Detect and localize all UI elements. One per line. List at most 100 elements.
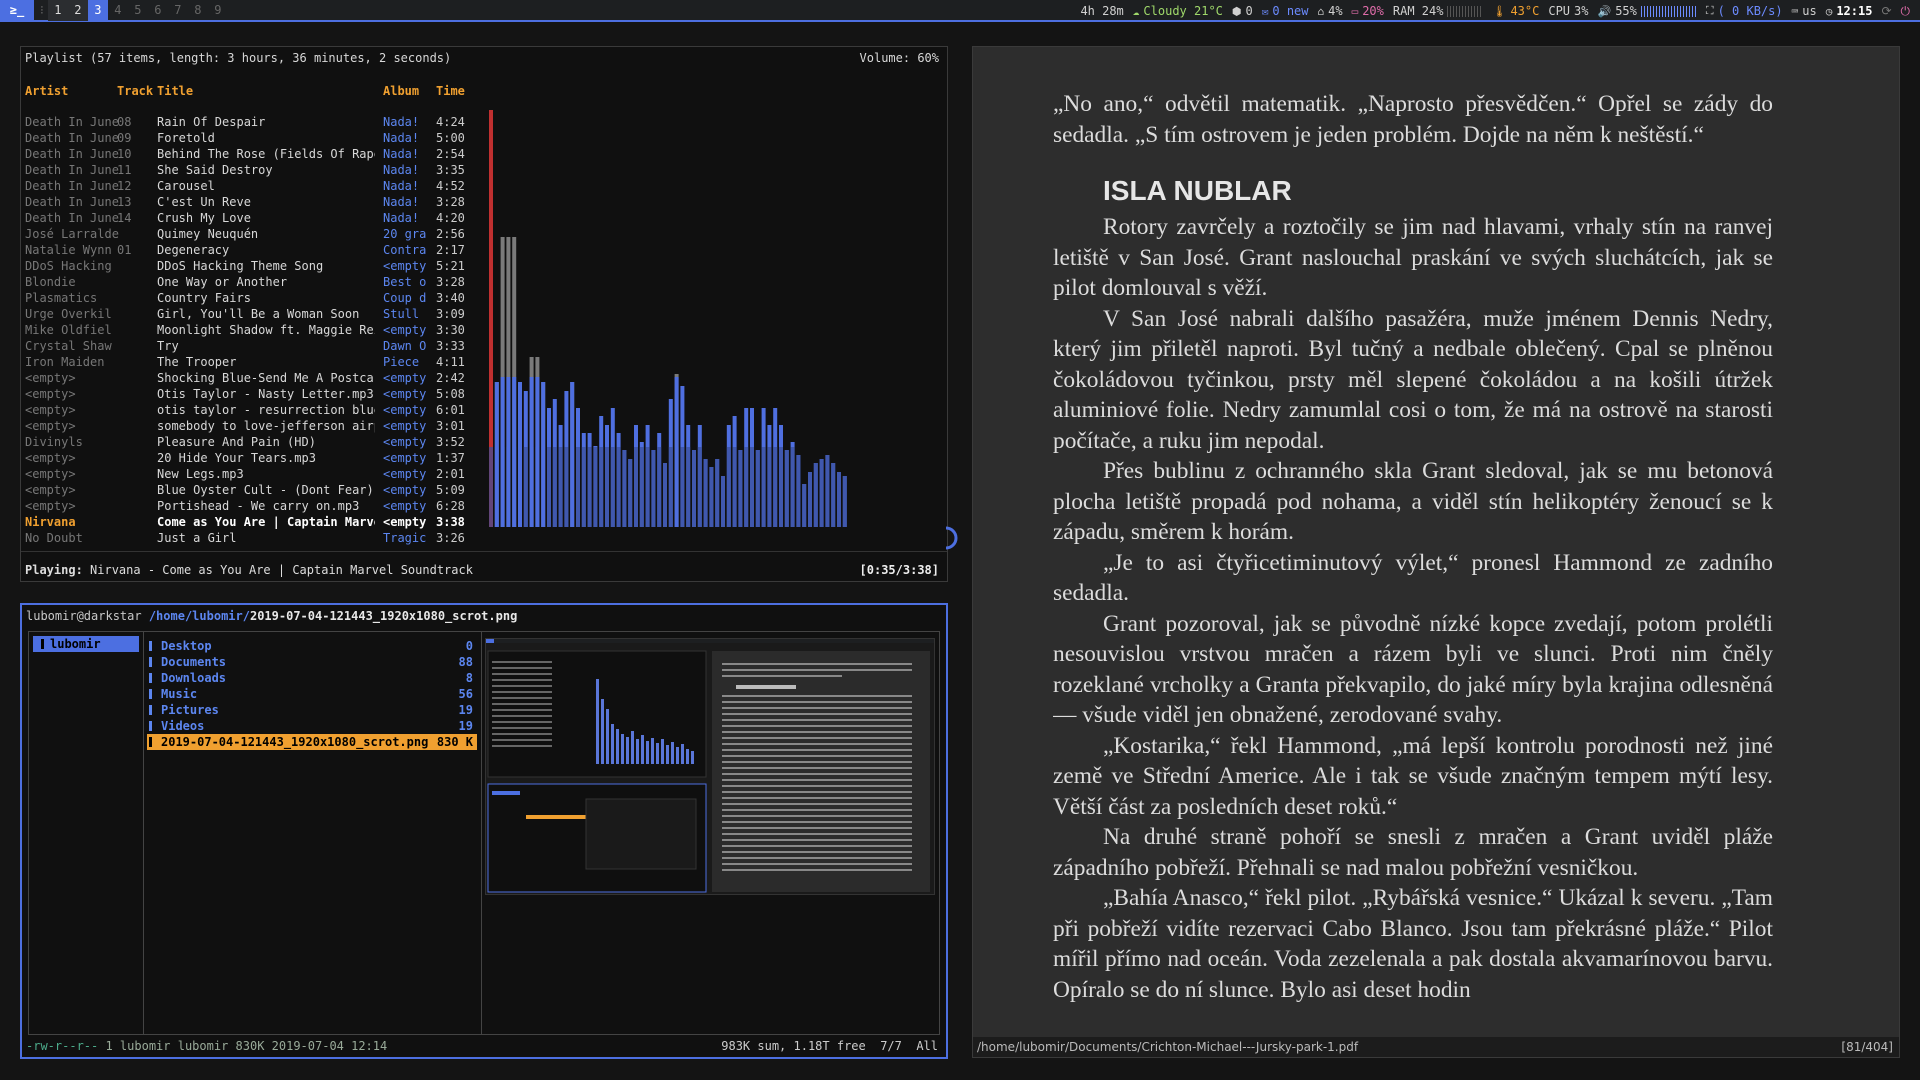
playlist-row[interactable]: Urge Overkil Girl, You'll Be a Woman Soon… <box>25 306 491 322</box>
workspace-2[interactable]: 2 <box>67 0 88 21</box>
paragraph: Grant pozoroval, jak se původně nízké ko… <box>1053 610 1773 729</box>
playlist-row[interactable]: <empty> New Legs.mp3 <empty 2:01 <box>25 466 491 482</box>
path-directory[interactable]: /home/lubomir/ <box>149 609 250 623</box>
entry-size: 88 <box>458 655 473 669</box>
volume[interactable]: 🔊 55% <box>1597 4 1697 18</box>
visualizer-bar-base <box>651 450 656 527</box>
top-bar: ≥_ ⁝ 123456789 4h 28m ☁ Cloudy 21°C ⬢ 0 ✉ 0… <box>0 0 1920 22</box>
playlist-row[interactable]: Iron Maiden The Trooper Piece 4:11 <box>25 354 491 370</box>
visualizer-bar-base <box>750 447 754 527</box>
track-album: Best o <box>383 275 427 289</box>
playlist-row[interactable]: <empty> Portishead - We carry on.mp3 <empt… <box>25 498 491 514</box>
track-time: 4:11 <box>436 355 465 369</box>
playlist-row[interactable]: Death In June 14 Crush My Love Nada! 4:20 <box>25 210 491 226</box>
column-track[interactable]: Track <box>117 84 153 98</box>
track-time: 5:00 <box>436 131 465 145</box>
playlist-row[interactable]: <empty> otis taylor - resurrection blue <e… <box>25 402 491 418</box>
playlist-row[interactable]: Death In June 08 Rain Of Despair Nada! 4:24 <box>25 114 491 130</box>
pdf-file-path: /home/lubomir/Documents/Crichton-Michael… <box>977 1040 1359 1054</box>
volume-bar[interactable] <box>1640 5 1697 17</box>
playlist-row[interactable]: <empty> Shocking Blue-Send Me A Postcar <e… <box>25 370 491 386</box>
refresh-icon[interactable]: ⟳ <box>1881 4 1891 18</box>
workspace-9[interactable]: 9 <box>208 0 228 21</box>
track-album: <empty <box>383 419 427 433</box>
column-time[interactable]: Time <box>436 84 465 98</box>
workspace-5[interactable]: 5 <box>128 0 148 21</box>
playlist-row[interactable]: <empty> somebody to love-jefferson airp <e… <box>25 418 491 434</box>
workspace-4[interactable]: 4 <box>108 0 128 21</box>
track-artist: Nirvana <box>25 515 76 529</box>
mail-value: 0 new <box>1272 4 1309 18</box>
power-icon[interactable]: ⏻ <box>1901 4 1911 19</box>
playlist-row[interactable]: Death In June 11 She Said Destroy Nada! 3:35 <box>25 162 491 178</box>
playlist-row[interactable]: No Doubt Just a Girl Tragic 3:26 <box>25 530 491 546</box>
folder-entry[interactable]: Downloads 8 <box>147 670 477 686</box>
entry-name: Downloads <box>161 671 227 685</box>
workspace-3[interactable]: 3 <box>87 0 108 21</box>
track-number: 01 <box>117 243 132 257</box>
pdf-viewer-window[interactable]: „No ano,“ odvětil matematik. „Naprosto p… <box>972 46 1900 1058</box>
updates[interactable]: ⬢ 0 <box>1232 4 1253 18</box>
playlist-row[interactable]: Death In June 09 Foretold Nada! 5:00 <box>25 130 491 146</box>
workspace-8[interactable]: 8 <box>188 0 208 21</box>
track-title: The Trooper <box>157 355 237 369</box>
track-time: 3:26 <box>436 531 465 545</box>
playlist-row[interactable]: Blondie One Way or Another Best o 3:28 <box>25 274 491 290</box>
playlist-row[interactable]: Crystal Shaw Try Dawn O 3:33 <box>25 338 491 354</box>
file-manager-window[interactable]: lubomir@darkstar /home/lubomir/2019-07-0… <box>20 603 948 1059</box>
parent-entry[interactable]: lubomir <box>33 636 139 652</box>
track-number: 10 <box>117 147 132 161</box>
updates-value: 0 <box>1245 4 1253 18</box>
playlist-header: Artist Track Title Album Time <box>25 84 485 98</box>
folder-entry[interactable]: Pictures 19 <box>147 702 477 718</box>
visualizer-bar-base <box>726 447 731 527</box>
track-title: Portishead - We carry on.mp3 <box>157 499 360 513</box>
playlist-row[interactable]: Death In June 12 Carousel Nada! 4:52 <box>25 178 491 194</box>
track-time: 3:52 <box>436 435 465 449</box>
column-artist[interactable]: Artist <box>25 84 68 98</box>
playlist-row[interactable]: Plasmatics Country Fairs Coup d 3:40 <box>25 290 491 306</box>
folder-entry[interactable]: Documents 88 <box>147 654 477 670</box>
file-icon <box>149 737 152 747</box>
ram: RAM 24% <box>1393 4 1484 18</box>
weather[interactable]: ☁ Cloudy 21°C <box>1133 4 1223 18</box>
terminal-launcher-icon[interactable]: ≥_ <box>0 0 34 21</box>
file-entry-selected[interactable]: 2019-07-04-121443_1920x1080_scrot.png 830… <box>147 734 477 750</box>
track-album: <empty <box>383 499 427 513</box>
playlist-row[interactable]: <empty> Otis Taylor - Nasty Letter.mp3 <em… <box>25 386 491 402</box>
workspace-7[interactable]: 7 <box>168 0 188 21</box>
track-album: <empty <box>383 371 427 385</box>
playlist-row[interactable]: Death In June 10 Behind The Rose (Fields O… <box>25 146 491 162</box>
music-player-window[interactable]: Playlist (57 items, length: 3 hours, 36 … <box>20 46 948 582</box>
workspace-1[interactable]: 1 <box>47 0 68 21</box>
playlist-row[interactable]: Divinyls Pleasure And Pain (HD) <empty 3:52 <box>25 434 491 450</box>
workspace-6[interactable]: 6 <box>148 0 168 21</box>
column-album[interactable]: Album <box>383 84 419 98</box>
visualizer-bar-base <box>692 450 696 527</box>
mail[interactable]: ✉ 0 new <box>1262 4 1309 18</box>
playlist-row[interactable]: DDoS Hacking DDoS Hacking Theme Song <empt… <box>25 258 491 274</box>
folder-entry[interactable]: Desktop 0 <box>147 638 477 654</box>
playlist-row[interactable]: <empty> Blue Oyster Cult - (Dont Fear) <em… <box>25 482 491 498</box>
track-time: 4:20 <box>436 211 465 225</box>
track-album: Nada! <box>383 163 420 177</box>
visualizer-bar-fill <box>529 377 534 527</box>
track-album: <empty <box>383 259 427 273</box>
track-time: 3:38 <box>436 515 465 529</box>
column-title[interactable]: Title <box>157 84 193 98</box>
now-playing-track: Nirvana - Come as You Are | Captain Marv… <box>90 563 473 577</box>
playlist-row[interactable]: Nirvana Come as You Are | Captain Marve <e… <box>25 514 491 530</box>
playlist-row[interactable]: Mike Oldfiel Moonlight Shadow ft. Maggie … <box>25 322 491 338</box>
visualizer-bar-base <box>599 447 604 527</box>
playlist-row[interactable]: Natalie Wynn 01 Degeneracy Contra 2:17 <box>25 242 491 258</box>
playlist-row[interactable]: José Larralde Quimey Neuquén 20 gra 2:56 <box>25 226 491 242</box>
playlist-row[interactable]: Death In June 13 C'est Un Reve Nada! 3:28 <box>25 194 491 210</box>
visualizer-bar-base <box>796 455 801 527</box>
cpu-value: 3% <box>1574 4 1589 18</box>
folder-entry[interactable]: Music 56 <box>147 686 477 702</box>
folder-entry[interactable]: Videos 19 <box>147 718 477 734</box>
workspace-separator: ⁝ <box>40 3 44 17</box>
playlist-row[interactable]: <empty> 20 Hide Your Tears.mp3 <empty 1:37 <box>25 450 491 466</box>
keyboard-layout[interactable]: ⌨ us <box>1792 4 1817 18</box>
track-time: 2:42 <box>436 371 465 385</box>
